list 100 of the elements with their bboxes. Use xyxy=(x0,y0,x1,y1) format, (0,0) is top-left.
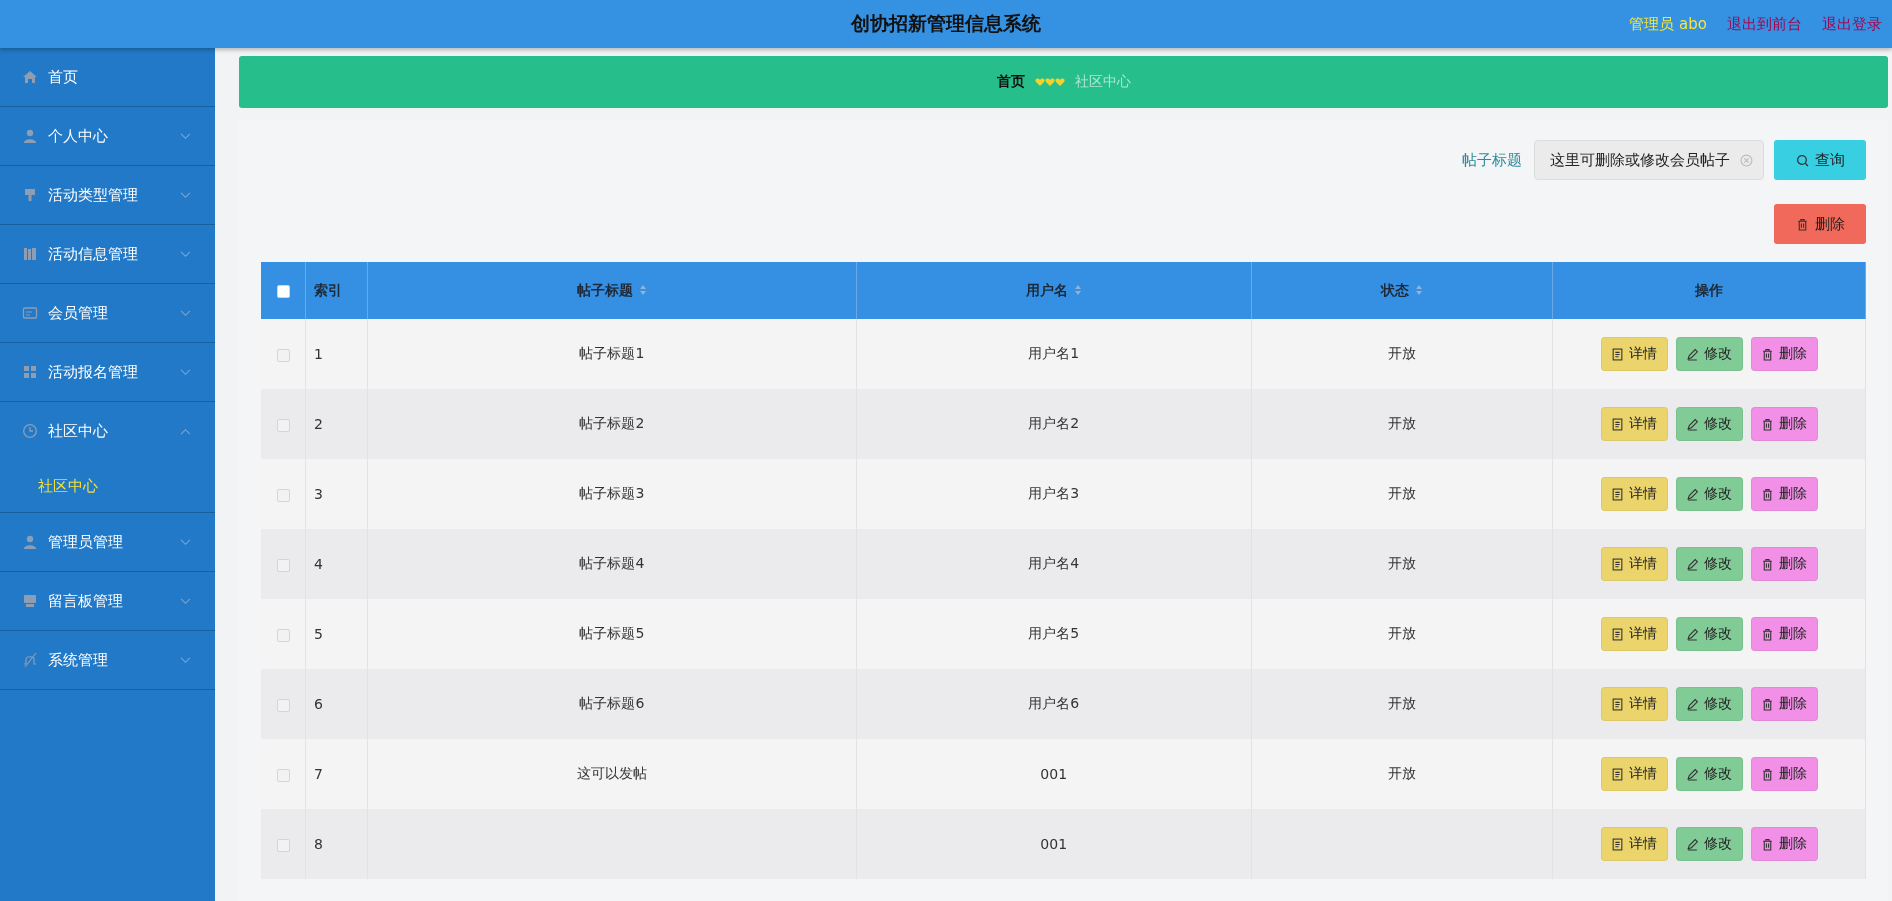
search-field[interactable]: 这里可删除或修改会员帖子 xyxy=(1534,140,1764,180)
edit-button[interactable]: 修改 xyxy=(1675,687,1743,721)
delete-button[interactable]: 删除 xyxy=(1750,477,1818,511)
select-all-checkbox[interactable] xyxy=(276,285,290,298)
trash-icon xyxy=(1761,837,1774,851)
bell-off-icon xyxy=(22,652,38,668)
row-checkbox[interactable] xyxy=(276,418,290,432)
column-header[interactable]: 状态 xyxy=(1251,262,1553,319)
detail-button[interactable]: 详情 xyxy=(1600,757,1668,791)
delete-button[interactable]: 删除 xyxy=(1750,757,1818,791)
document-icon xyxy=(1611,417,1624,431)
detail-button[interactable]: 详情 xyxy=(1600,827,1668,861)
sidebar-item[interactable]: 管理员管理 xyxy=(0,513,215,571)
pencil-icon xyxy=(1686,627,1699,641)
table-cell: 用户名3 xyxy=(856,459,1252,529)
detail-button[interactable]: 详情 xyxy=(1600,687,1668,721)
chevron-icon xyxy=(180,250,191,258)
sidebar-item[interactable]: 会员管理 xyxy=(0,284,215,342)
detail-button[interactable]: 详情 xyxy=(1600,547,1668,581)
row-checkbox[interactable] xyxy=(276,838,290,852)
chevron-icon xyxy=(180,597,191,605)
delete-button[interactable]: 删除 xyxy=(1750,547,1818,581)
table-cell: 001 xyxy=(856,739,1252,809)
chevron-icon xyxy=(180,656,191,664)
table-cell: 开放 xyxy=(1251,319,1553,389)
table-cell: 开放 xyxy=(1251,459,1553,529)
chevron-icon xyxy=(180,538,191,546)
column-header: 索引 xyxy=(305,262,368,319)
table-cell: 帖子标题1 xyxy=(367,319,857,389)
pencil-icon xyxy=(1686,697,1699,711)
detail-button[interactable]: 详情 xyxy=(1600,477,1668,511)
delete-button[interactable]: 删除 xyxy=(1750,407,1818,441)
edit-button[interactable]: 修改 xyxy=(1675,547,1743,581)
edit-button[interactable]: 修改 xyxy=(1675,617,1743,651)
column-header: 操作 xyxy=(1552,262,1866,319)
edit-button[interactable]: 修改 xyxy=(1675,407,1743,441)
trash-icon xyxy=(1761,347,1774,361)
row-checkbox[interactable] xyxy=(276,698,290,712)
search-button[interactable]: 查询 xyxy=(1774,140,1866,180)
chevron-icon xyxy=(180,368,191,376)
chevron-icon xyxy=(180,309,191,317)
document-icon xyxy=(1611,697,1624,711)
table-cell: 5 xyxy=(305,599,368,669)
brush-icon xyxy=(22,187,38,203)
grid-icon xyxy=(22,364,38,380)
column-header[interactable]: 用户名 xyxy=(856,262,1252,319)
chevron-icon xyxy=(180,427,191,435)
pencil-icon xyxy=(1686,487,1699,501)
table-cell: 8 xyxy=(305,809,368,879)
document-icon xyxy=(1611,627,1624,641)
delete-button[interactable]: 删除 xyxy=(1750,617,1818,651)
column-header[interactable]: 帖子标题 xyxy=(367,262,857,319)
table-cell: 用户名2 xyxy=(856,389,1252,459)
trash-icon xyxy=(1761,627,1774,641)
sidebar-item[interactable]: 系统管理 xyxy=(0,631,215,689)
edit-button[interactable]: 修改 xyxy=(1675,477,1743,511)
row-checkbox[interactable] xyxy=(276,768,290,782)
table-cell: 这可以发帖 xyxy=(367,739,857,809)
row-checkbox[interactable] xyxy=(276,348,290,362)
hearts-icon xyxy=(1034,77,1065,87)
detail-button[interactable]: 详情 xyxy=(1600,617,1668,651)
edit-button[interactable]: 修改 xyxy=(1675,757,1743,791)
edit-button[interactable]: 修改 xyxy=(1675,827,1743,861)
sidebar-item[interactable]: 活动报名管理 xyxy=(0,343,215,401)
document-icon xyxy=(1611,487,1624,501)
sidebar-item[interactable]: 首页 xyxy=(0,48,215,106)
sidebar-item[interactable]: 活动信息管理 xyxy=(0,225,215,283)
edit-button[interactable]: 修改 xyxy=(1675,337,1743,371)
app-title: 创协招新管理信息系统 xyxy=(851,11,1041,36)
delete-button[interactable]: 删除 xyxy=(1750,687,1818,721)
sidebar-item[interactable]: 社区中心 xyxy=(0,402,215,460)
user-icon xyxy=(22,128,38,144)
trash-icon xyxy=(1761,767,1774,781)
row-checkbox[interactable] xyxy=(276,488,290,502)
clock-icon xyxy=(22,423,38,439)
sidebar-item[interactable]: 活动类型管理 xyxy=(0,166,215,224)
sort-icon[interactable] xyxy=(638,283,647,296)
breadcrumb-item[interactable]: 首页 xyxy=(996,73,1025,91)
search-icon xyxy=(1795,153,1809,167)
card-icon xyxy=(22,305,38,321)
delete-button[interactable]: 删除 xyxy=(1750,827,1818,861)
trash-icon xyxy=(1761,697,1774,711)
sidebar-item[interactable]: 留言板管理 xyxy=(0,572,215,630)
delete-button[interactable]: 删除 xyxy=(1750,337,1818,371)
chevron-icon xyxy=(180,191,191,199)
row-checkbox[interactable] xyxy=(276,628,290,642)
pencil-icon xyxy=(1686,837,1699,851)
delete-button[interactable]: 删除 xyxy=(1774,204,1866,244)
pencil-icon xyxy=(1686,417,1699,431)
sidebar-item[interactable]: 个人中心 xyxy=(0,107,215,165)
table-cell: 帖子标题6 xyxy=(367,669,857,739)
search-label: 帖子标题 xyxy=(1462,150,1522,170)
sort-icon[interactable] xyxy=(1073,283,1082,296)
trash-icon xyxy=(1761,417,1774,431)
detail-button[interactable]: 详情 xyxy=(1600,337,1668,371)
table-cell: 开放 xyxy=(1251,529,1553,599)
row-checkbox[interactable] xyxy=(276,558,290,572)
detail-button[interactable]: 详情 xyxy=(1600,407,1668,441)
sort-icon[interactable] xyxy=(1414,283,1423,296)
clear-icon[interactable] xyxy=(1740,153,1753,167)
